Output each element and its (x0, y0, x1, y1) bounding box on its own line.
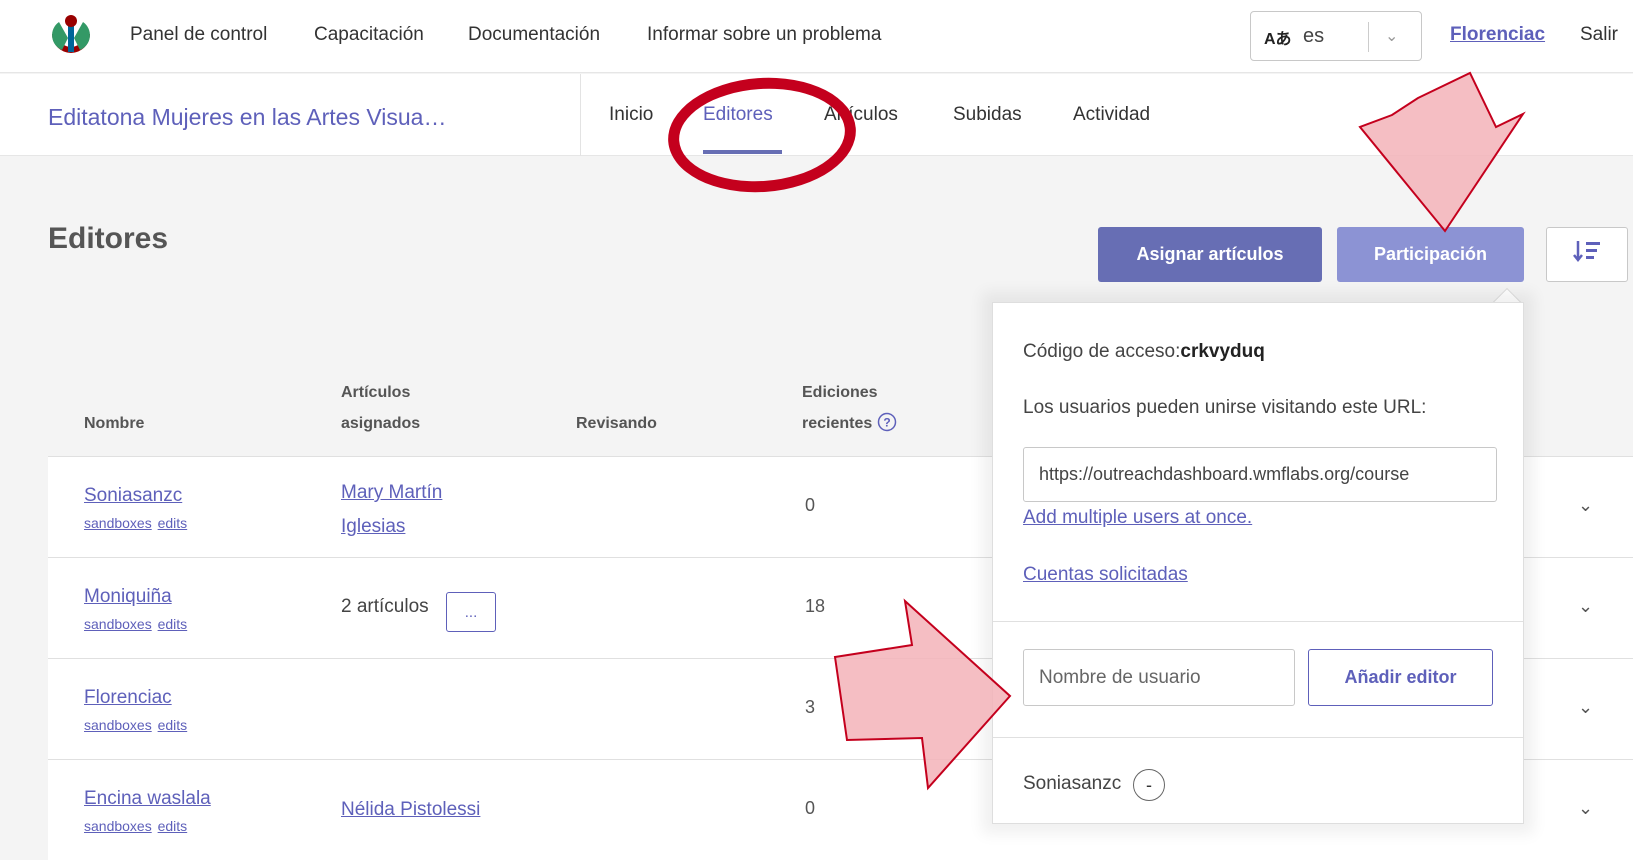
header-assigned-line1[interactable]: Artículos (341, 377, 410, 408)
assigned-article-link[interactable]: Mary Martín (341, 476, 442, 510)
join-url-field[interactable] (1023, 447, 1497, 502)
sort-button[interactable] (1546, 227, 1628, 282)
participation-popover: Código de acceso:crkvyduq Los usuarios p… (992, 302, 1524, 824)
edits-link[interactable]: edits (158, 515, 188, 531)
editor-sublinks: sandboxes edits (84, 515, 189, 531)
sandboxes-link[interactable]: sandboxes (84, 515, 152, 531)
tab-home[interactable]: Inicio (609, 104, 653, 126)
help-icon[interactable]: ? (877, 412, 897, 432)
sandboxes-link[interactable]: sandboxes (84, 818, 152, 834)
assigned-article-link-cont[interactable]: Iglesias (341, 510, 405, 544)
assigned-articles-count: 2 artículos (341, 596, 429, 617)
course-title[interactable]: Editatona Mujeres en las Artes Visua… (48, 104, 446, 131)
translate-icon: Aあ (1264, 31, 1292, 48)
header-recent-label: recientes (802, 415, 873, 432)
header-recent-line1[interactable]: Ediciones (802, 377, 878, 408)
annotation-arrow-icon (1358, 71, 1526, 233)
editor-sublinks: sandboxes edits (84, 616, 189, 632)
user-profile-link[interactable]: Florenciac (1450, 24, 1545, 46)
username-input[interactable] (1023, 649, 1295, 706)
add-editor-button[interactable]: Añadir editor (1308, 649, 1493, 706)
access-code-label: Código de acceso: (1023, 341, 1181, 362)
chevron-down-icon[interactable]: ⌄ (1578, 596, 1593, 617)
language-value: es (1303, 25, 1325, 47)
annotation-arrow-icon (833, 598, 1012, 791)
edits-link[interactable]: edits (158, 818, 188, 834)
assign-articles-button[interactable]: Asignar artículos (1098, 227, 1322, 282)
wikimedia-logo-icon[interactable] (48, 12, 94, 58)
section-title: Editores (48, 222, 169, 255)
access-code: Código de acceso:crkvyduq (1023, 341, 1265, 363)
recent-edits-value: 3 (805, 697, 816, 717)
tab-uploads[interactable]: Subidas (953, 104, 1022, 126)
assigned-article-link[interactable]: Nélida Pistolessi (341, 793, 480, 827)
editor-name-link[interactable]: Florenciac (84, 687, 172, 709)
svg-text:?: ? (883, 416, 890, 430)
header-recent-line2[interactable]: recientes ? (802, 408, 897, 439)
language-divider (1368, 22, 1369, 52)
editor-sublinks: sandboxes edits (84, 818, 189, 834)
editor-name-link[interactable]: Encina waslala (84, 788, 211, 810)
sandboxes-link[interactable]: sandboxes (84, 717, 152, 733)
course-divider (580, 74, 581, 156)
requested-accounts-link[interactable]: Cuentas solicitadas (1023, 564, 1188, 586)
editor-sublinks: sandboxes edits (84, 717, 189, 733)
recent-edits-value: 0 (805, 798, 816, 818)
nav-report-problem[interactable]: Informar sobre un problema (647, 24, 881, 46)
chevron-down-icon[interactable]: ⌄ (1578, 798, 1593, 819)
editor-name-link[interactable]: Moniquiña (84, 586, 172, 608)
logout-link[interactable]: Salir (1580, 24, 1618, 46)
edits-link[interactable]: edits (158, 717, 188, 733)
popover-divider (993, 621, 1523, 622)
add-multiple-users-link[interactable]: Add multiple users at once. (1023, 507, 1252, 529)
remove-user-button[interactable]: - (1133, 769, 1165, 801)
edits-link[interactable]: edits (158, 616, 188, 632)
chevron-down-icon[interactable]: ⌄ (1385, 26, 1398, 46)
header-name[interactable]: Nombre (84, 408, 144, 439)
recent-edits-value: 0 (805, 495, 816, 515)
header-assigned-line2[interactable]: asignados (341, 408, 420, 439)
chevron-down-icon[interactable]: ⌄ (1578, 697, 1593, 718)
sort-icon (1573, 241, 1600, 263)
popover-divider (993, 737, 1523, 738)
nav-documentation[interactable]: Documentación (468, 24, 600, 46)
more-articles-button[interactable]: ... (446, 592, 496, 632)
editor-name-link[interactable]: Soniasanzc (84, 485, 182, 507)
chevron-down-icon[interactable]: ⌄ (1578, 495, 1593, 516)
tab-activity[interactable]: Actividad (1073, 104, 1150, 126)
nav-dashboard[interactable]: Panel de control (130, 24, 267, 46)
enrolled-user-name: Soniasanzc (1023, 773, 1122, 794)
sandboxes-link[interactable]: sandboxes (84, 616, 152, 632)
participation-button[interactable]: Participación (1337, 227, 1524, 282)
nav-training[interactable]: Capacitación (314, 24, 424, 46)
access-code-value: crkvyduq (1180, 341, 1265, 362)
header-reviewing[interactable]: Revisando (576, 408, 657, 439)
join-url-description: Los usuarios pueden unirse visitando est… (1023, 397, 1427, 418)
language-selector[interactable]: Aあ es ⌄ (1250, 11, 1422, 61)
